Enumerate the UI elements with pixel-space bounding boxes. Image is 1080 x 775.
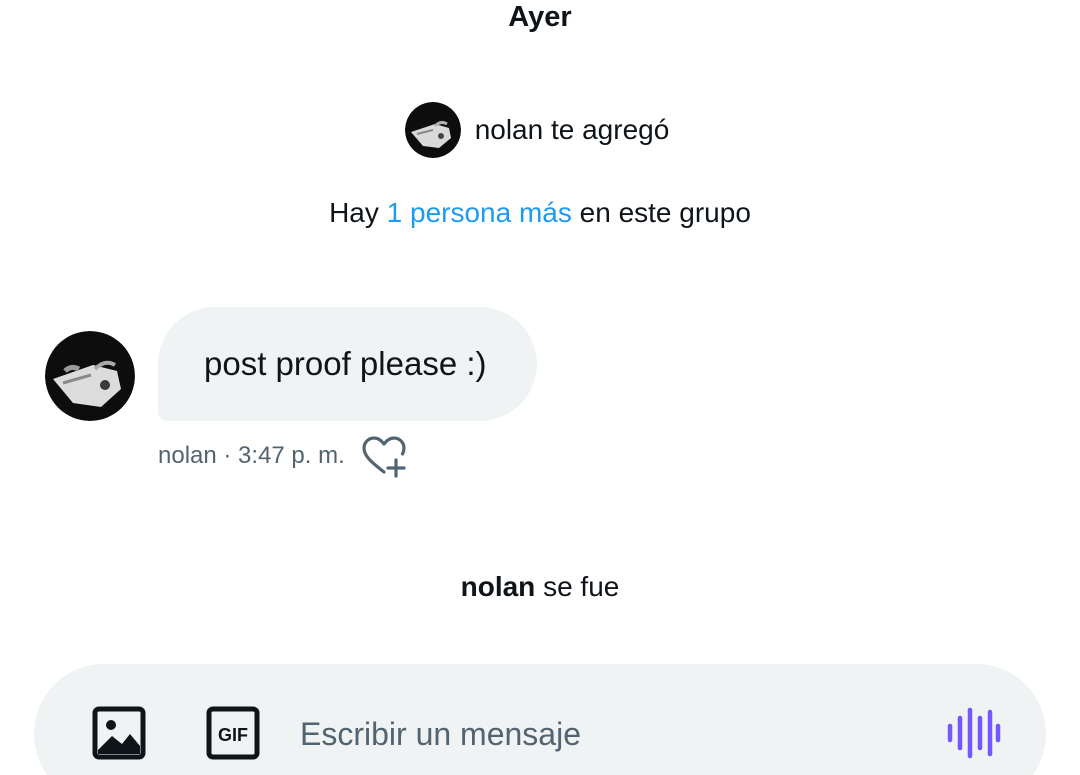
add-reaction-button[interactable] — [360, 434, 408, 478]
group-info-prefix: Hay — [329, 197, 379, 228]
add-media-button[interactable] — [92, 706, 146, 760]
group-info-suffix: en este grupo — [579, 197, 751, 228]
sender-avatar[interactable] — [45, 331, 135, 421]
added-event: nolan te agregó — [0, 102, 1080, 158]
message-meta: nolan · 3:47 p. m. — [158, 442, 345, 469]
avatar[interactable] — [404, 102, 461, 158]
image-icon — [92, 706, 146, 760]
added-event-text: nolan te agregó — [474, 114, 670, 145]
gif-icon: GIF — [206, 706, 260, 760]
group-members-link[interactable]: 1 persona más — [387, 197, 572, 228]
left-event-name: nolan — [460, 571, 536, 602]
group-info: Hay 1 persona más en este grupo — [0, 196, 1080, 230]
avatar-image — [404, 102, 461, 158]
dm-conversation: Ayer nolan te agregó Hay 1 persona más e… — [0, 0, 1080, 775]
date-separator: Ayer — [508, 1, 572, 33]
gif-label: GIF — [218, 725, 248, 745]
left-event-text: se fue — [543, 571, 620, 602]
message-text: post proof please :) — [204, 345, 487, 382]
heart-plus-icon — [362, 436, 406, 478]
message-input[interactable] — [300, 712, 900, 756]
left-event: nolan se fue — [0, 570, 1080, 604]
avatar-image — [45, 331, 135, 421]
message-composer: GIF — [34, 664, 1046, 775]
voice-message-button[interactable] — [946, 706, 1002, 760]
add-gif-button[interactable]: GIF — [206, 706, 260, 760]
voice-waveform-icon — [947, 707, 1001, 759]
message-bubble[interactable]: post proof please :) — [158, 307, 537, 421]
